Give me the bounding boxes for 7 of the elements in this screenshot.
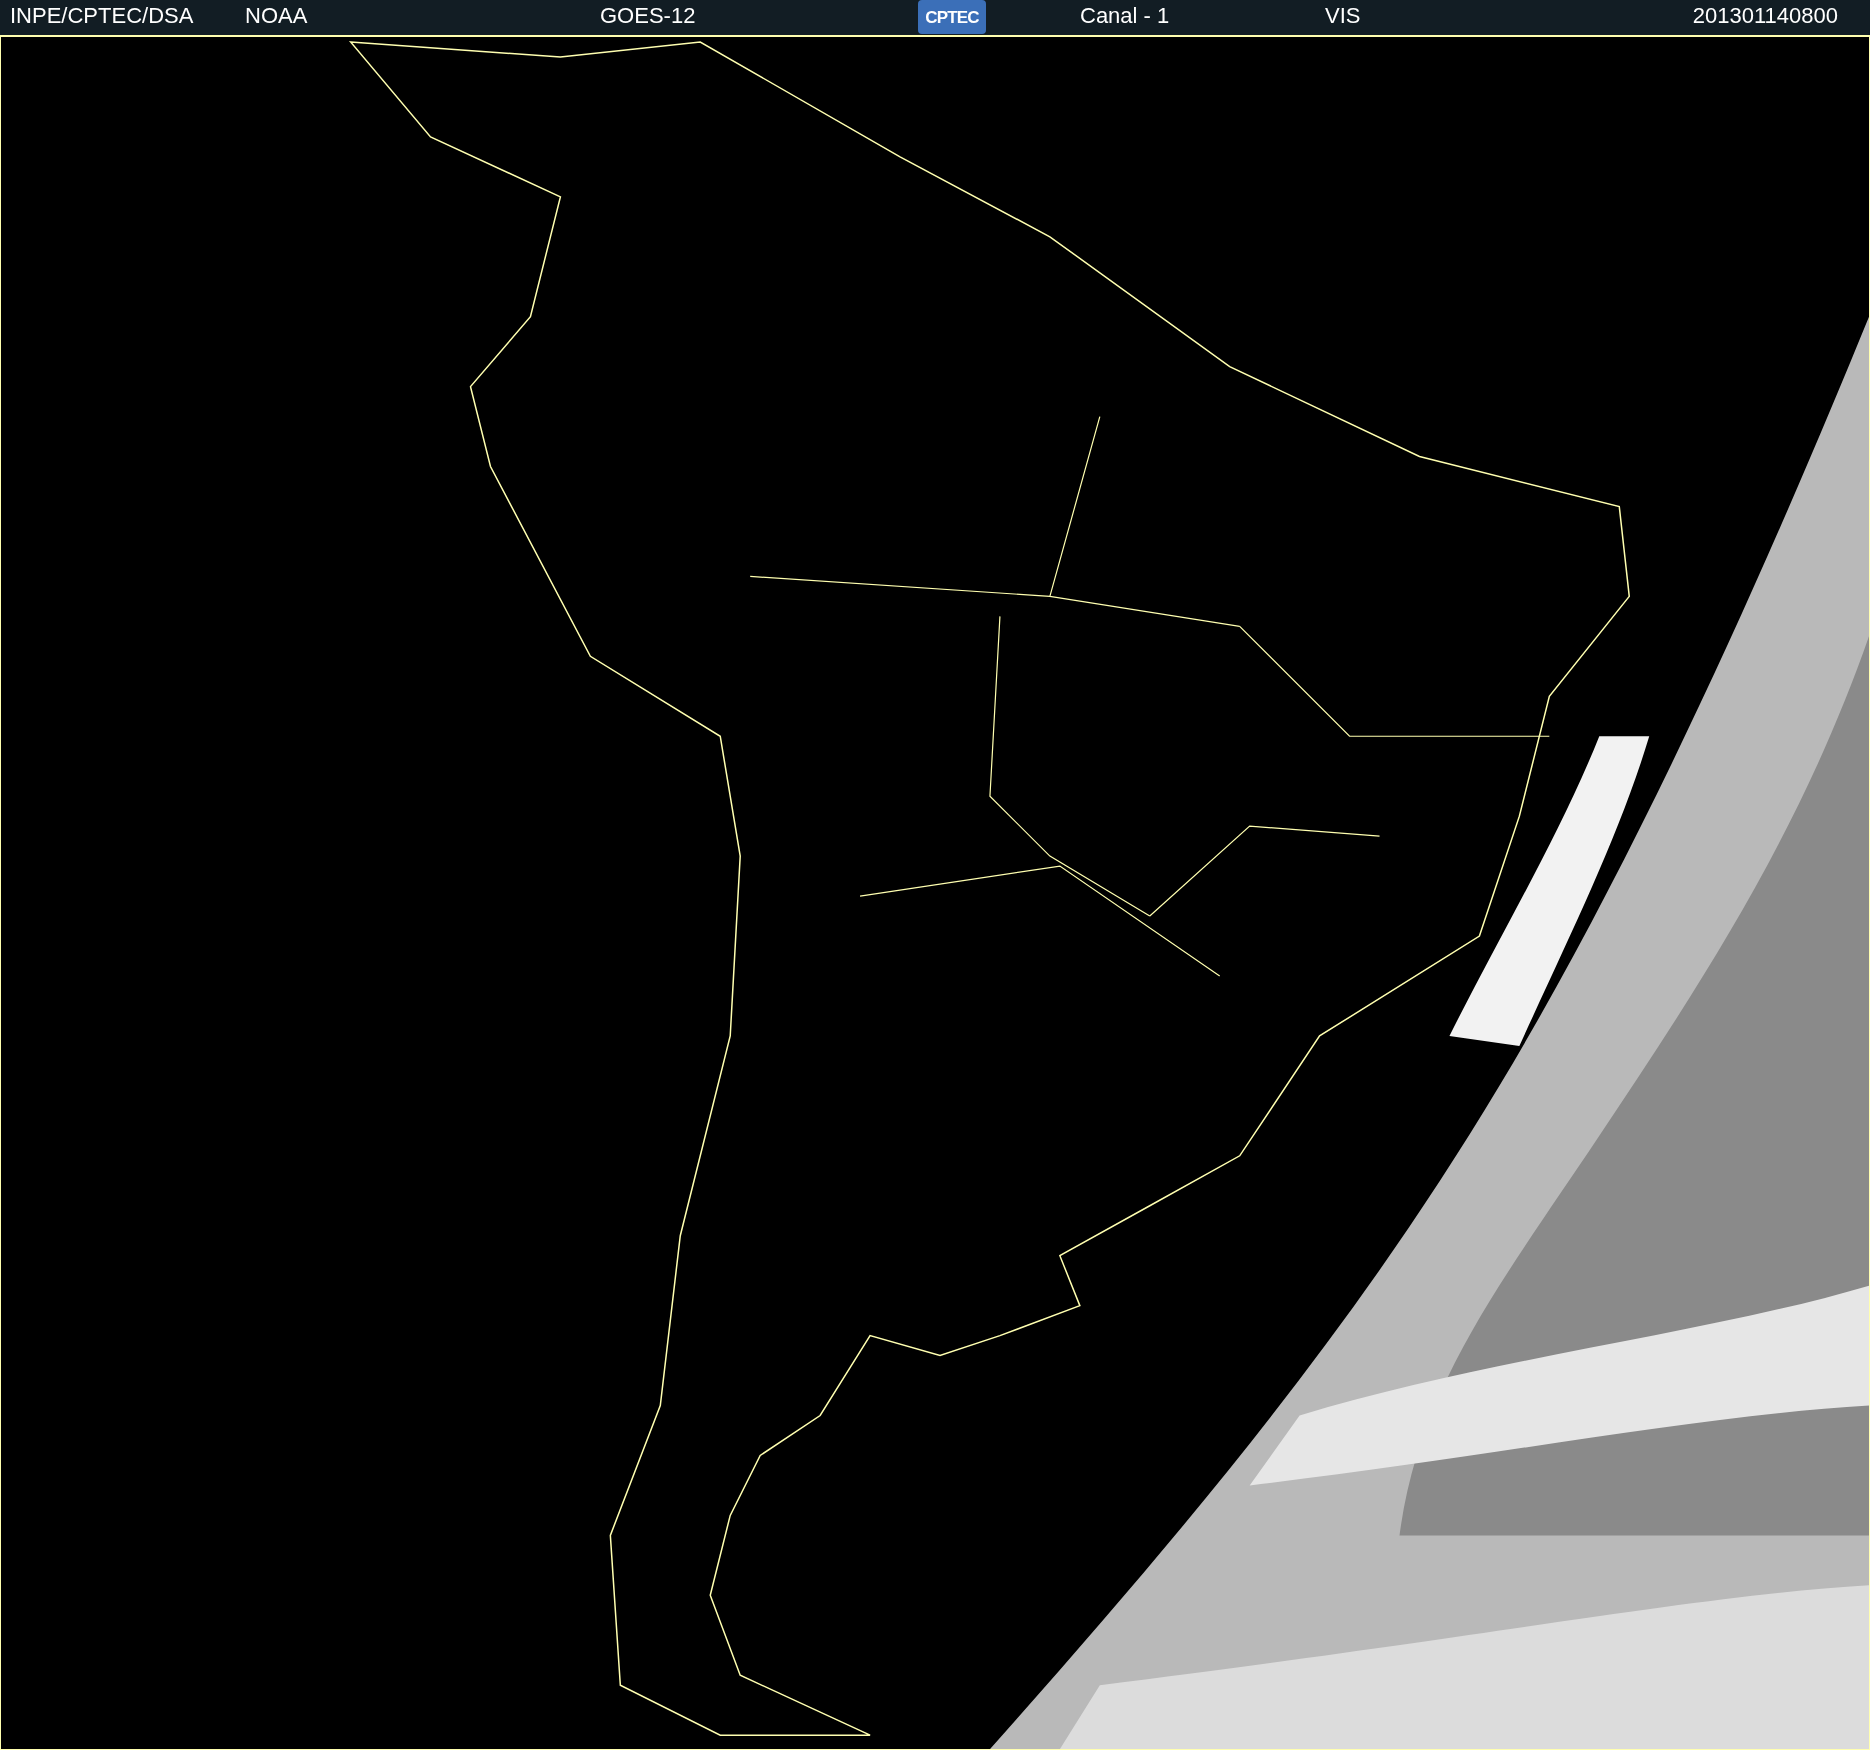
logo: CPTEC — [918, 0, 986, 35]
source-label: INPE/CPTEC/DSA — [10, 2, 194, 28]
band-label: VIS — [1325, 2, 1361, 28]
agency-label: NOAA — [245, 2, 308, 28]
timestamp-label: 201301140800 — [1692, 2, 1838, 28]
channel-label: Canal - 1 — [1080, 2, 1170, 28]
satellite-label: GOES-12 — [600, 2, 696, 28]
